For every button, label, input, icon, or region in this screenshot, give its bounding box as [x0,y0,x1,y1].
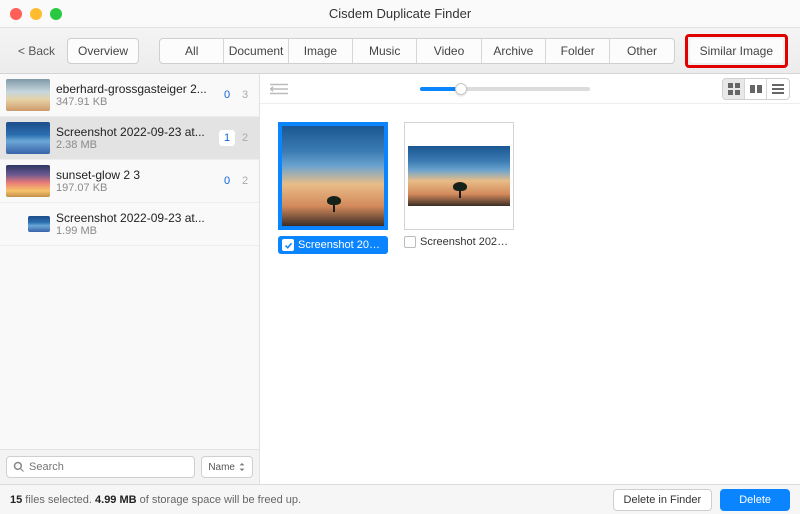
status-message: 15 files selected. 4.99 MB of storage sp… [10,494,605,506]
list-item[interactable]: eberhard-grossgasteiger 2... 347.91 KB 0… [0,74,259,117]
preview-toolbar [260,74,800,104]
tab-image[interactable]: Image [289,39,353,63]
total-count: 3 [237,87,253,103]
preview-grid: Screenshot 2022-0... Screenshot 2022-0..… [260,104,800,484]
selected-count: 0 [219,173,235,189]
view-grid-button[interactable] [723,79,745,99]
file-size: 347.91 KB [56,96,213,108]
file-name: Screenshot 2022-09-23 at... [56,125,213,139]
sort-label: Name [208,462,235,473]
list-item[interactable]: Screenshot 2022-09-23 at... 2.38 MB 1 2 [0,117,259,160]
file-size: 197.07 KB [56,182,213,194]
thumbnail-icon [6,122,50,154]
tab-archive[interactable]: Archive [482,39,546,63]
tab-music[interactable]: Music [353,39,417,63]
view-compare-button[interactable] [745,79,767,99]
similar-image-highlight: Similar Image [685,34,788,68]
tab-document[interactable]: Document [224,39,288,63]
total-count: 2 [237,130,253,146]
search-input[interactable] [29,461,188,473]
preview-image [278,122,388,230]
view-list-button[interactable] [767,79,789,99]
sort-dropdown[interactable]: Name [201,456,253,478]
preview-caption: Screenshot 2022-0... [420,236,514,248]
tab-folder[interactable]: Folder [546,39,610,63]
body: eberhard-grossgasteiger 2... 347.91 KB 0… [0,74,800,484]
checkbox-icon[interactable] [282,239,294,251]
tab-video[interactable]: Video [417,39,481,63]
preview-card[interactable]: Screenshot 2022-0... [278,122,388,254]
search-icon [13,461,25,473]
overview-button[interactable]: Overview [67,38,139,64]
tab-all[interactable]: All [160,39,224,63]
preview-caption: Screenshot 2022-0... [298,239,384,251]
sidebar: eberhard-grossgasteiger 2... 347.91 KB 0… [0,74,260,484]
category-tabs: All Document Image Music Video Archive F… [159,38,675,64]
thumbnail-icon [6,79,50,111]
file-name: sunset-glow 2 3 [56,168,213,182]
window-title: Cisdem Duplicate Finder [0,6,800,21]
toolbar: < Back Overview All Document Image Music… [0,28,800,74]
checkbox-icon[interactable] [404,236,416,248]
file-name: eberhard-grossgasteiger 2... [56,82,213,96]
delete-button[interactable]: Delete [720,489,790,511]
files-selected-count: 15 [10,494,22,506]
zoom-slider[interactable] [420,87,590,91]
selected-count: 1 [219,130,235,146]
search-input-wrap[interactable] [6,456,195,478]
main-panel: Screenshot 2022-0... Screenshot 2022-0..… [260,74,800,484]
tab-other[interactable]: Other [610,39,673,63]
footer: 15 files selected. 4.99 MB of storage sp… [0,484,800,514]
total-count: 2 [237,173,253,189]
selected-count: 0 [219,87,235,103]
titlebar: Cisdem Duplicate Finder [0,0,800,28]
collapse-icon[interactable] [270,82,288,96]
thumbnail-icon [6,165,50,197]
file-name: Screenshot 2022-09-23 at... [56,211,247,225]
preview-card[interactable]: Screenshot 2022-0... [404,122,514,248]
delete-in-finder-button[interactable]: Delete in Finder [613,489,713,511]
file-list: eberhard-grossgasteiger 2... 347.91 KB 0… [0,74,259,449]
freed-size: 4.99 MB [95,494,137,506]
back-button[interactable]: < Back [12,44,61,58]
thumbnail-icon [28,216,50,232]
sidebar-footer: Name [0,449,259,484]
list-item[interactable]: sunset-glow 2 3 197.07 KB 0 2 [0,160,259,203]
file-size: 1.99 MB [56,225,247,237]
list-item[interactable]: Screenshot 2022-09-23 at... 1.99 MB [0,203,259,246]
view-mode-toggle [722,78,790,100]
preview-image [404,122,514,230]
file-size: 2.38 MB [56,139,213,151]
chevron-updown-icon [238,463,246,471]
tab-similar-image[interactable]: Similar Image [690,39,783,63]
